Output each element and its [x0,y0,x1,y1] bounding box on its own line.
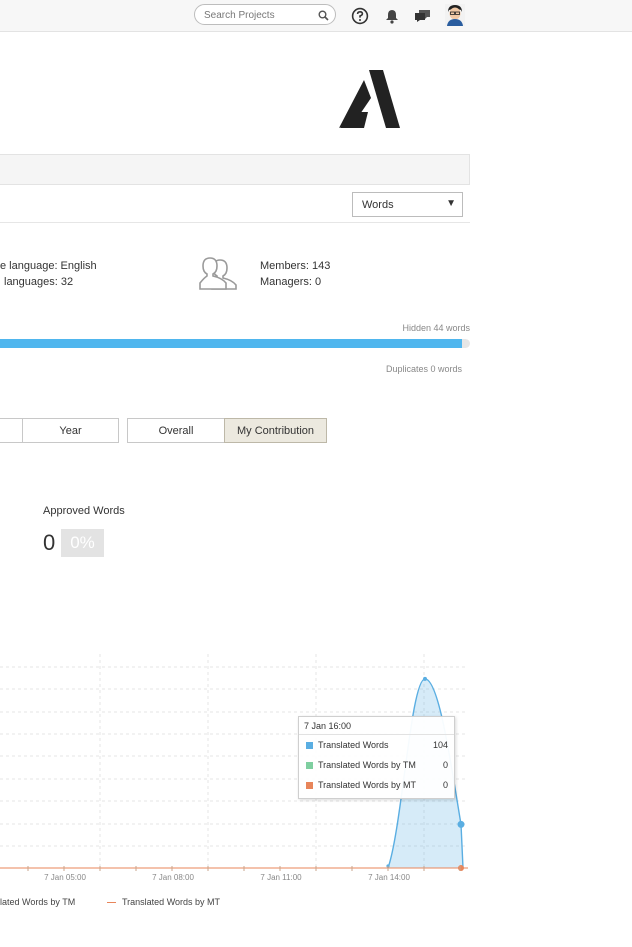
bell-icon[interactable] [382,6,402,26]
tooltip-row: Translated Words 104 [306,739,448,753]
toolbar-strip [0,154,470,185]
overall-tab[interactable]: Overall [127,418,225,443]
help-icon[interactable] [350,6,370,26]
managers-count: Managers: 0 [260,276,322,288]
legend-label: Translated Words by MT [122,897,221,907]
x-tick-label: 7 Jan 14:00 [368,873,410,882]
approved-words-percent: 0% [61,529,104,557]
tooltip-divider [299,734,454,735]
data-point [423,676,427,681]
x-tick-label: 7 Jan 08:00 [152,873,194,882]
hidden-words-text: Hidden 44 words [402,323,470,333]
tooltip-row: Translated Words by MT 0 [306,779,448,793]
approved-words-label: Approved Words [43,505,125,517]
tooltip-row: Translated Words by TM 0 [306,759,448,773]
chevron-down-icon: ▼ [446,198,456,209]
messages-icon[interactable] [413,6,433,26]
duplicates-words-text: Duplicates 0 words [385,364,462,374]
search-input[interactable] [204,8,314,22]
my-contribution-tab[interactable]: My Contribution [224,418,327,443]
tooltip-series-name: Translated Words [318,740,389,750]
legend-label: lated Words by TM [0,897,76,907]
data-point [457,820,465,828]
period-year-button[interactable]: Year [22,418,119,443]
progress-fill [0,339,462,348]
language-info: e language: English languages: 32 [0,258,97,290]
legend-swatch [306,782,313,789]
legend-item-mt[interactable]: Translated Words by MT [107,897,220,907]
tooltip-series-name: Translated Words by MT [318,780,417,790]
legend-item-tm[interactable]: lated Words by TM [0,897,75,907]
tooltip-title: 7 Jan 16:00 [304,721,352,731]
members-icon [198,256,240,292]
legend-swatch [306,742,313,749]
tooltip-series-value: 0 [442,760,448,770]
data-point [458,865,464,871]
tooltip-series-name: Translated Words by TM [318,760,416,770]
brand-logo [338,68,400,130]
period-month-button[interactable] [0,418,24,443]
x-tick-label: 7 Jan 05:00 [44,873,86,882]
unit-select-value: Words [362,199,394,211]
source-language-text: e language: English [0,260,97,272]
unit-select[interactable]: Words ▼ [352,192,463,217]
team-info: Members: 143 Managers: 0 [260,258,330,290]
tooltip-series-value: 104 [432,740,448,750]
chart-tooltip: 7 Jan 16:00 Translated Words 104 Transla… [298,716,455,799]
target-languages-text: languages: 32 [4,276,74,288]
approved-words-value: 0 [43,530,56,555]
divider [0,222,470,223]
legend-swatch [306,762,313,769]
search-icon[interactable] [318,8,329,26]
x-tick-label: 7 Jan 11:00 [260,873,302,882]
tooltip-series-value: 0 [442,780,448,790]
search-box[interactable] [194,4,336,25]
legend-line-icon [107,902,116,904]
members-count: Members: 143 [260,260,331,272]
avatar[interactable] [444,4,466,26]
